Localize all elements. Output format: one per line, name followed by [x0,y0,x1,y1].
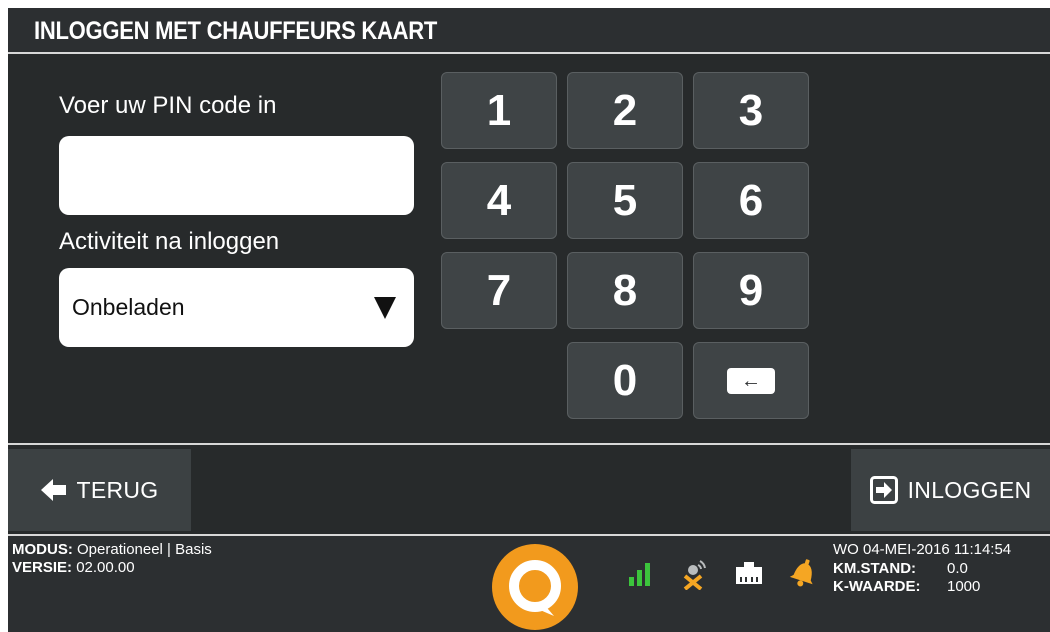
k-waarde-line: K-WAARDE: 1000 [833,578,980,595]
signal-icon [629,563,650,586]
page-title: INLOGGEN MET CHAUFFEURS KAART [34,17,437,45]
pin-input[interactable] [59,136,414,215]
key-2[interactable]: 2 [567,72,683,149]
backspace-icon: ← [727,367,775,394]
key-3[interactable]: 3 [693,72,809,149]
key-8[interactable]: 8 [567,252,683,329]
k-waarde-value: 1000 [947,578,981,595]
modus-value: Operationeel | Basis [77,541,212,558]
back-button-label: TERUG [76,476,159,503]
backspace-key[interactable]: ← [693,342,809,419]
logo-icon [492,544,578,630]
network-icon [736,562,762,584]
app-screen: INLOGGEN MET CHAUFFEURS KAART Voer uw PI… [8,8,1050,632]
modus-label: MODUS: [12,541,73,558]
pin-label: Voer uw PIN code in [59,92,277,119]
dropdown-arrow-icon [374,297,396,319]
km-stand-value: 0.0 [947,560,968,577]
key-1[interactable]: 1 [441,72,557,149]
activity-label: Activiteit na inloggen [59,228,280,255]
km-stand-label: KM.STAND: [833,560,917,577]
login-button[interactable]: INLOGGEN [851,449,1050,531]
k-waarde-label: K-WAARDE: [833,578,921,595]
back-button[interactable]: TERUG [8,449,191,531]
key-0[interactable]: 0 [567,342,683,419]
km-stand-line: KM.STAND: 0.0 [833,560,968,577]
key-4[interactable]: 4 [441,162,557,239]
key-5[interactable]: 5 [567,162,683,239]
back-arrow-icon [40,479,66,501]
versie-value: 02.00.00 [76,559,135,576]
key-6[interactable]: 6 [693,162,809,239]
login-icon [869,476,898,504]
modus-line: MODUS: Operationeel | Basis [12,541,212,558]
key-7[interactable]: 7 [441,252,557,329]
datetime: WO 04-MEI-2016 11:14:54 [833,541,1012,558]
login-button-label: INLOGGEN [907,476,1032,503]
versie-line: VERSIE: 02.00.00 [12,559,135,576]
activity-dropdown[interactable]: Onbeladen [59,268,414,347]
versie-label: VERSIE: [12,559,73,576]
activity-selected-value: Onbeladen [72,294,185,320]
satellite-icon [683,560,706,590]
title-bar: INLOGGEN MET CHAUFFEURS KAART [8,8,1050,54]
status-bar: MODUS: Operationeel | Basis VERSIE: 02.0… [8,534,1050,632]
alarm-bell-icon [789,559,813,587]
key-9[interactable]: 9 [693,252,809,329]
divider [8,443,1050,445]
